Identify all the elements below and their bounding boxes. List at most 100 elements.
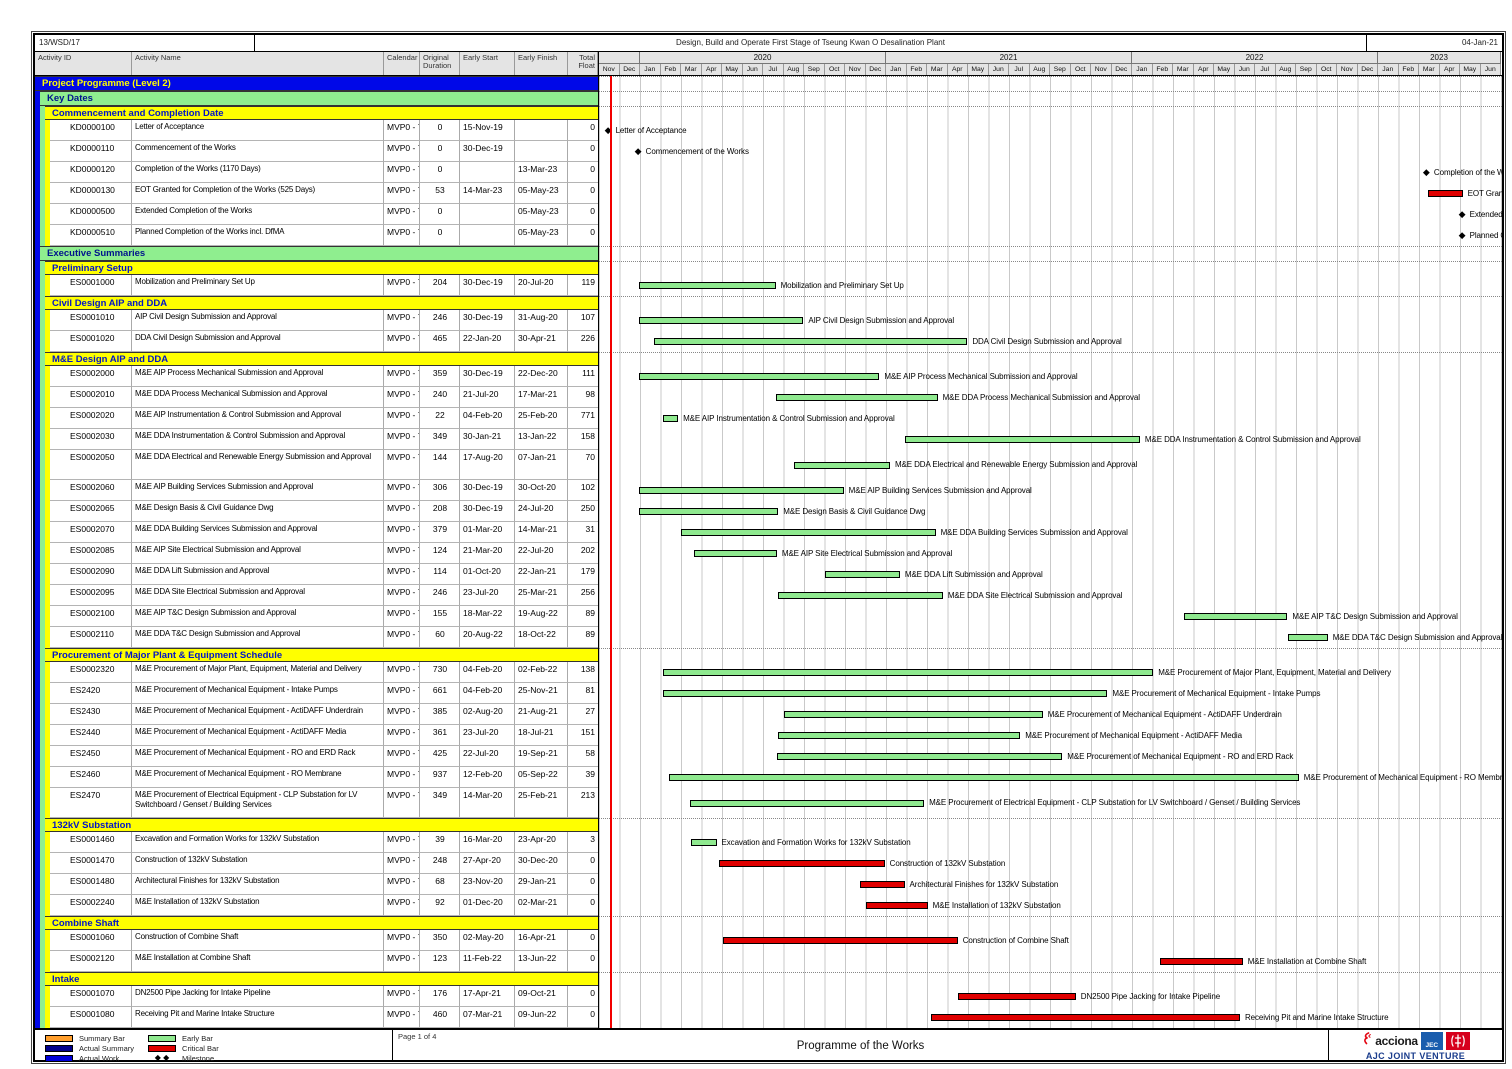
row-table-section: Preliminary Setup: [35, 261, 599, 275]
cell-calendar: MVP0 - 7: [384, 450, 420, 480]
early-bar: [784, 711, 1043, 718]
row-table-section: KD0000130EOT Granted for Completion of t…: [35, 183, 599, 204]
cell-early-start: 21-Jul-20: [460, 387, 515, 408]
table-row: ES2470M&E Procurement of Electrical Equi…: [35, 788, 1502, 818]
section-band-level3: Preliminary Setup: [45, 261, 598, 275]
row-table-section: ES2470M&E Procurement of Electrical Equi…: [35, 788, 599, 818]
legend-label: Actual Work: [79, 1054, 119, 1063]
joint-venture-logos: acciona JEC AJC JOINT VENTURE: [1329, 1030, 1502, 1062]
cell-calendar: MVP0 - 7: [384, 895, 420, 916]
row-table-section: ES0001480Architectural Finishes for 132k…: [35, 874, 599, 895]
row-chart-section: Construction of 132kV Substation: [599, 853, 1502, 874]
timeline-month-cell: Sep: [1296, 64, 1317, 75]
gantt-bar-label: M&E AIP Process Mechanical Submission an…: [884, 372, 1077, 382]
col-activity-name: Activity Name: [132, 52, 384, 75]
cell-original-duration: 661: [420, 683, 460, 704]
cell-calendar: MVP0 - 7: [384, 930, 420, 951]
timeline-month-cell: Nov: [1337, 64, 1358, 75]
table-row: ES0002050M&E DDA Electrical and Renewabl…: [35, 450, 1502, 480]
row-table-section: ES0002090M&E DDA Lift Submission and App…: [35, 564, 599, 585]
cell-activity-name: Construction of 132kV Substation: [132, 853, 384, 874]
cell-calendar: MVP0 - 7: [384, 204, 420, 225]
cell-total-float: 98: [568, 387, 598, 408]
early-bar: [776, 394, 937, 401]
table-row: ES0002090M&E DDA Lift Submission and App…: [35, 564, 1502, 585]
gantt-bar-label: M&E Design Basis & Civil Guidance Dwg: [783, 507, 925, 517]
row-table-section: Procurement of Major Plant & Equipment S…: [35, 648, 599, 662]
cell-calendar: MVP0 - 7: [384, 120, 420, 141]
row-chart-section: M&E DDA T&C Design Submission and Approv…: [599, 627, 1502, 648]
cell-early-finish: 19-Aug-22: [515, 606, 568, 627]
row-chart-section: [599, 91, 1502, 106]
cell-early-finish: 14-Mar-21: [515, 522, 568, 543]
cell-early-finish: 13-Mar-23: [515, 162, 568, 183]
cell-early-start: 02-May-20: [460, 930, 515, 951]
timeline-month-cell: Dec: [866, 64, 887, 75]
cell-early-start: 15-Nov-19: [460, 120, 515, 141]
legend-label: Summary Bar: [79, 1034, 125, 1043]
cell-calendar: MVP0 - 7: [384, 387, 420, 408]
cell-total-float: 0: [568, 874, 598, 895]
row-table-section: ES0002010M&E DDA Process Mechanical Subm…: [35, 387, 599, 408]
row-table-section: M&E Design AIP and DDA: [35, 352, 599, 366]
row-chart-section: [599, 818, 1502, 832]
cell-early-start: 16-Mar-20: [460, 832, 515, 853]
cell-calendar: MVP0 - 7: [384, 408, 420, 429]
early-bar: [639, 508, 779, 515]
row-table-section: KD0000500Extended Completion of the Work…: [35, 204, 599, 225]
cell-activity-name: M&E AIP Site Electrical Submission and A…: [132, 543, 384, 564]
row-chart-section: [599, 972, 1502, 986]
cell-early-start: 27-Apr-20: [460, 853, 515, 874]
cell-activity-id: ES0002050: [50, 450, 132, 480]
cell-early-start: 17-Apr-21: [460, 986, 515, 1007]
cell-original-duration: 208: [420, 501, 460, 522]
timeline-month-cell: Aug: [784, 64, 805, 75]
cell-activity-id: KD0000110: [50, 141, 132, 162]
timeline-month-cell: Oct: [1317, 64, 1338, 75]
cell-early-start: 14-Mar-20: [460, 788, 515, 818]
row-chart-section: M&E Design Basis & Civil Guidance Dwg: [599, 501, 1502, 522]
timeline-month-cell: Jan: [886, 64, 907, 75]
cell-calendar: MVP0 - 7: [384, 662, 420, 683]
timeline-month-cell: Mar: [1173, 64, 1194, 75]
table-row: ES0002020M&E AIP Instrumentation & Contr…: [35, 408, 1502, 429]
cell-activity-name: M&E Design Basis & Civil Guidance Dwg: [132, 501, 384, 522]
cell-total-float: 158: [568, 429, 598, 450]
cell-calendar: MVP0 - 7: [384, 788, 420, 818]
row-table-section: Key Dates: [35, 91, 599, 106]
cell-original-duration: 92: [420, 895, 460, 916]
cell-early-start: 30-Dec-19: [460, 501, 515, 522]
col-calendar: Calendar: [384, 52, 420, 75]
table-row: KD0000500Extended Completion of the Work…: [35, 204, 1502, 225]
cell-early-finish: 22-Jul-20: [515, 543, 568, 564]
row-chart-section: M&E Procurement of Electrical Equipment …: [599, 788, 1502, 818]
cell-early-start: 01-Oct-20: [460, 564, 515, 585]
cell-calendar: MVP0 - 7: [384, 480, 420, 501]
early-bar: [825, 571, 900, 578]
table-row: KD0000130EOT Granted for Completion of t…: [35, 183, 1502, 204]
section-band-level3: Procurement of Major Plant & Equipment S…: [45, 648, 598, 662]
row-chart-section: M&E Procurement of Mechanical Equipment …: [599, 704, 1502, 725]
cell-activity-id: ES0002085: [50, 543, 132, 564]
cell-original-duration: 53: [420, 183, 460, 204]
early-bar: [694, 550, 777, 557]
cell-early-finish: [515, 120, 568, 141]
cell-early-finish: 13-Jun-22: [515, 951, 568, 972]
timeline-years: 2020202120222023: [599, 52, 1502, 64]
row-chart-section: Mobilization and Preliminary Set Up: [599, 275, 1502, 296]
cell-original-duration: 379: [420, 522, 460, 543]
section-band-level3: M&E Design AIP and DDA: [45, 352, 598, 366]
data-date-line: [610, 76, 612, 1028]
cell-original-duration: 246: [420, 585, 460, 606]
cell-early-finish: 02-Mar-21: [515, 895, 568, 916]
cell-calendar: MVP0 - 7: [384, 310, 420, 331]
timeline-month-cell: Feb: [1153, 64, 1174, 75]
cell-total-float: 102: [568, 480, 598, 501]
critical-bar: [866, 902, 928, 909]
timeline-month-cell: May: [1460, 64, 1481, 75]
cell-calendar: MVP0 - 7: [384, 275, 420, 296]
gantt-bar-label: Commencement of the Works: [646, 147, 749, 157]
cell-calendar: MVP0 - 7: [384, 501, 420, 522]
cell-activity-id: ES2450: [50, 746, 132, 767]
row-table-section: KD0000510Planned Completion of the Works…: [35, 225, 599, 246]
